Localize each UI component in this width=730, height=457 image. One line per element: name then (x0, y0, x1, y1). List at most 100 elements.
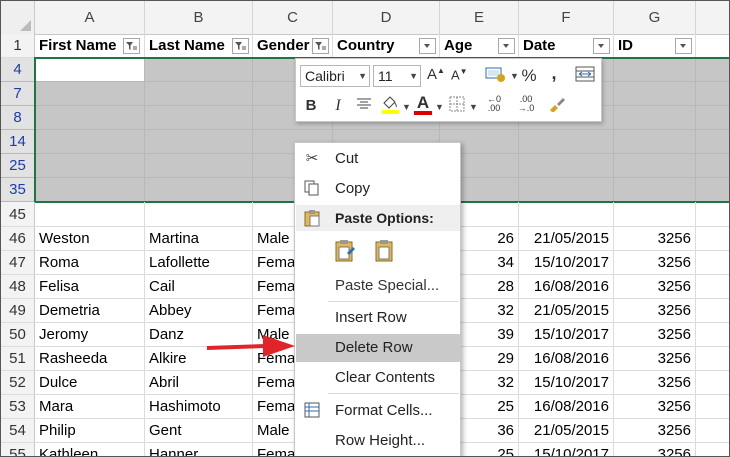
menu-item-cut[interactable]: ✂ Cut (296, 145, 460, 173)
align-center-icon[interactable] (354, 97, 374, 115)
cell-id[interactable]: 3256 (614, 395, 696, 418)
font-name-box[interactable]: Calibri ▼ (300, 65, 370, 87)
fill-color-icon[interactable] (380, 94, 400, 118)
cell-first-name[interactable]: Jeromy (35, 323, 145, 346)
row-number[interactable]: 49 (1, 299, 35, 322)
row-number[interactable]: 14 (1, 130, 35, 153)
row-number[interactable]: 51 (1, 347, 35, 370)
menu-item-insert-row[interactable]: Insert Row (296, 304, 460, 332)
row-number[interactable]: 53 (1, 395, 35, 418)
number-format-icon[interactable] (484, 65, 508, 87)
row-number[interactable]: 47 (1, 251, 35, 274)
cell-id[interactable]: 3256 (614, 371, 696, 394)
cell-id[interactable]: 3256 (614, 227, 696, 250)
row-number[interactable]: 8 (1, 106, 35, 129)
column-header-e[interactable]: E (440, 1, 519, 34)
row-number[interactable]: 1 (1, 34, 35, 57)
cell-date[interactable]: 21/05/2015 (519, 227, 614, 250)
cell-first-name[interactable]: Weston (35, 227, 145, 250)
select-all-corner[interactable] (1, 1, 35, 34)
italic-button[interactable]: I (332, 97, 344, 115)
row-number[interactable]: 52 (1, 371, 35, 394)
decrease-font-size-icon[interactable]: A▼ (451, 67, 468, 82)
filter-dropdown-icon[interactable] (419, 38, 436, 54)
active-cell[interactable] (36, 59, 144, 81)
row-number[interactable]: 25 (1, 154, 35, 177)
cell-date[interactable]: 15/10/2017 (519, 323, 614, 346)
cell-id[interactable]: 3256 (614, 299, 696, 322)
row-number[interactable]: 4 (1, 58, 35, 81)
cell-last-name[interactable]: Hashimoto (145, 395, 253, 418)
cell-last-name[interactable]: Abril (145, 371, 253, 394)
cell-id[interactable]: 3256 (614, 251, 696, 274)
bold-button[interactable]: B (304, 97, 318, 114)
filter-active-icon[interactable] (232, 38, 249, 54)
cell-first-name[interactable]: Felisa (35, 275, 145, 298)
cell-date[interactable]: 15/10/2017 (519, 251, 614, 274)
cell-last-name[interactable]: Hanner (145, 443, 253, 456)
cell-first-name[interactable]: Mara (35, 395, 145, 418)
cell-id[interactable]: 3256 (614, 323, 696, 346)
column-header-g[interactable]: G (614, 1, 696, 34)
cell-last-name[interactable]: Cail (145, 275, 253, 298)
row-number[interactable]: 48 (1, 275, 35, 298)
filter-active-icon[interactable] (312, 38, 329, 54)
paste-icon[interactable] (374, 239, 396, 273)
row-number[interactable]: 46 (1, 227, 35, 250)
column-header-c[interactable]: C (253, 1, 333, 34)
cell-date[interactable]: 16/08/2016 (519, 395, 614, 418)
comma-style-icon[interactable]: , (548, 63, 560, 84)
format-painter-icon[interactable] (547, 96, 567, 116)
filter-active-icon[interactable] (123, 38, 140, 54)
menu-item-label: Row Height... (335, 432, 426, 449)
increase-font-size-icon[interactable]: A▲ (427, 66, 445, 83)
menu-item-copy[interactable]: Copy (296, 175, 460, 203)
filter-dropdown-icon[interactable] (593, 38, 610, 54)
row-number[interactable]: 54 (1, 419, 35, 442)
column-header-d[interactable]: D (333, 1, 440, 34)
row-number[interactable]: 50 (1, 323, 35, 346)
menu-item-row-height[interactable]: Row Height... (296, 427, 460, 455)
cell-first-name[interactable]: Philip (35, 419, 145, 442)
cell-date[interactable]: 16/08/2016 (519, 347, 614, 370)
cell-id[interactable]: 3256 (614, 275, 696, 298)
borders-icon[interactable] (448, 96, 466, 116)
row-number[interactable]: 55 (1, 443, 35, 456)
percent-style-icon[interactable]: % (521, 66, 537, 86)
menu-item-clear-contents[interactable]: Clear Contents (296, 364, 460, 392)
font-color-icon[interactable]: A (414, 93, 432, 115)
menu-item-format-cells[interactable]: Format Cells... (296, 397, 460, 425)
cell-date[interactable]: 21/05/2015 (519, 419, 614, 442)
column-header-b[interactable]: B (145, 1, 253, 34)
row-number[interactable]: 7 (1, 82, 35, 105)
row-number[interactable]: 45 (1, 202, 35, 226)
filter-dropdown-icon[interactable] (498, 38, 515, 54)
font-size-box[interactable]: 11 ▼ (373, 65, 421, 87)
cell-first-name[interactable]: Rasheeda (35, 347, 145, 370)
cell-date[interactable]: 16/08/2016 (519, 275, 614, 298)
decrease-decimal-icon[interactable]: .00 →.0 (514, 95, 538, 113)
column-header-f[interactable]: F (519, 1, 614, 34)
paste-formatting-icon[interactable] (334, 239, 356, 273)
cell-date[interactable]: 15/10/2017 (519, 371, 614, 394)
cell-date[interactable]: 15/10/2017 (519, 443, 614, 456)
cell-last-name[interactable]: Gent (145, 419, 253, 442)
cell-first-name[interactable]: Demetria (35, 299, 145, 322)
cell-last-name[interactable]: Abbey (145, 299, 253, 322)
menu-item-delete-row[interactable]: Delete Row (296, 334, 460, 362)
cell-last-name[interactable]: Martina (145, 227, 253, 250)
merge-center-icon[interactable] (575, 66, 595, 86)
cell-id[interactable]: 3256 (614, 419, 696, 442)
increase-decimal-icon[interactable]: ←0.00 (482, 95, 506, 113)
cell-date[interactable]: 21/05/2015 (519, 299, 614, 322)
cell-id[interactable]: 3256 (614, 347, 696, 370)
cell-id[interactable]: 3256 (614, 443, 696, 456)
cell-first-name[interactable]: Dulce (35, 371, 145, 394)
cell-first-name[interactable]: Kathleen (35, 443, 145, 456)
cell-last-name[interactable]: Lafollette (145, 251, 253, 274)
row-number[interactable]: 35 (1, 178, 35, 201)
cell-first-name[interactable]: Roma (35, 251, 145, 274)
menu-item-paste-special[interactable]: Paste Special... (296, 272, 460, 300)
column-header-a[interactable]: A (35, 1, 145, 34)
filter-dropdown-icon[interactable] (675, 38, 692, 54)
